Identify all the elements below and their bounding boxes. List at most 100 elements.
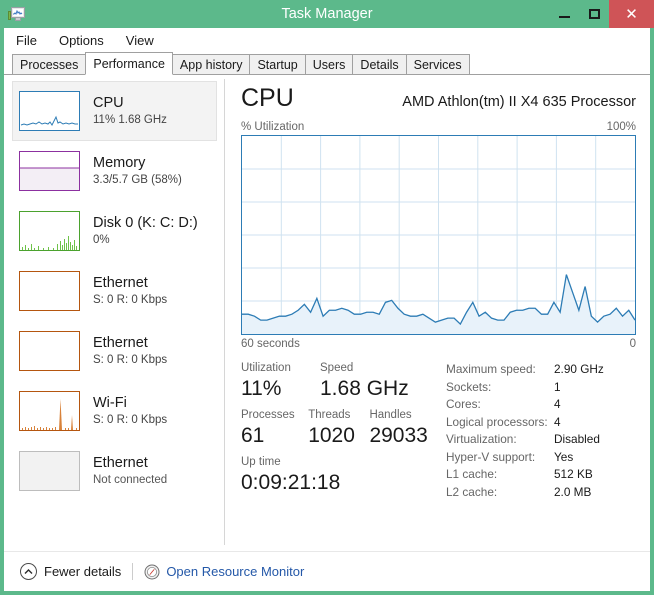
tab-processes[interactable]: Processes bbox=[12, 54, 87, 75]
sidebar-item-memory-text: Memory 3.3/5.7 GB (58%) bbox=[93, 155, 182, 188]
sidebar-item-memory[interactable]: Memory 3.3/5.7 GB (58%) bbox=[12, 141, 217, 201]
window-controls: ✕ bbox=[549, 0, 654, 28]
spec-cores-label: Cores: bbox=[446, 397, 481, 411]
sidebar-item-ethernet-1-text: Ethernet S: 0 R: 0 Kbps bbox=[93, 275, 167, 308]
stats-area: Utilization 11% Speed 1.68 GHz Processes bbox=[241, 360, 636, 501]
sidebar-item-ethernet-1[interactable]: Ethernet S: 0 R: 0 Kbps bbox=[12, 261, 217, 321]
chart-top-axis: % Utilization 100% bbox=[241, 121, 636, 133]
sidebar-item-ethernet-1-sub: S: 0 R: 0 Kbps bbox=[93, 293, 168, 306]
stat-speed-value: 1.68 GHz bbox=[320, 377, 409, 400]
spec-l2-cache: L2 cache: 2.0 MB bbox=[446, 484, 636, 502]
sidebar-item-ethernet-2-text: Ethernet S: 0 R: 0 Kbps bbox=[93, 335, 167, 368]
disk-thumbnail-graph bbox=[19, 211, 80, 251]
sidebar-item-disk0-sub: 0% bbox=[93, 233, 110, 246]
sidebar-item-wifi-title: Wi-Fi bbox=[93, 394, 127, 411]
tab-app-history[interactable]: App history bbox=[171, 54, 251, 75]
stat-uptime-value: 0:09:21:18 bbox=[241, 471, 341, 494]
sidebar-item-cpu[interactable]: CPU 11% 1.68 GHz bbox=[12, 81, 217, 141]
sidebar-item-wifi[interactable]: Wi-Fi S: 0 R: 0 Kbps bbox=[12, 381, 217, 441]
spec-maximum-speed-label: Maximum speed: bbox=[446, 362, 536, 376]
sidebar-item-ethernet-2[interactable]: Ethernet S: 0 R: 0 Kbps bbox=[12, 321, 217, 381]
spec-l1-cache-label: L1 cache: bbox=[446, 467, 498, 481]
sidebar-item-ethernet-2-title: Ethernet bbox=[93, 334, 148, 351]
spec-sockets: Sockets: 1 bbox=[446, 379, 636, 397]
chart-y-max-label: 100% bbox=[606, 121, 636, 133]
stat-row-2: Processes 61 Threads 1020 Handles 29033 bbox=[241, 407, 446, 454]
chart-x-right-label: 0 bbox=[629, 338, 636, 350]
tab-services[interactable]: Services bbox=[405, 54, 470, 75]
spec-sockets-value: 1 bbox=[554, 379, 561, 394]
open-resource-monitor-link[interactable]: Open Resource Monitor bbox=[144, 564, 304, 580]
wifi-thumbnail-graph bbox=[19, 391, 80, 431]
menu-item-options[interactable]: Options bbox=[57, 32, 106, 49]
sidebar-item-ethernet-3-title: Ethernet bbox=[93, 454, 148, 471]
chart-x-left-label: 60 seconds bbox=[241, 338, 300, 350]
stat-handles-value: 29033 bbox=[369, 424, 428, 447]
close-icon: ✕ bbox=[625, 4, 638, 23]
spec-l1-cache: L1 cache: 512 KB bbox=[446, 466, 636, 484]
sidebar-item-wifi-sub: S: 0 R: 0 Kbps bbox=[93, 413, 168, 426]
stat-handles-label: Handles bbox=[369, 409, 412, 421]
stat-uptime: Up time 0:09:21:18 bbox=[241, 454, 340, 501]
sidebar-item-memory-sub: 3.3/5.7 GB (58%) bbox=[93, 173, 182, 186]
minimize-button[interactable] bbox=[549, 0, 579, 28]
stat-speed-label: Speed bbox=[320, 362, 354, 374]
specs-list: Maximum speed: 2.90 GHz Sockets: 1 Cores… bbox=[446, 360, 636, 501]
spec-maximum-speed: Maximum speed: 2.90 GHz bbox=[446, 361, 636, 379]
spec-l2-cache-value: 2.0 MB bbox=[554, 484, 592, 499]
body-split: CPU 11% 1.68 GHz Memory 3.3/5.7 GB (58%)… bbox=[4, 75, 650, 551]
menu-item-file[interactable]: File bbox=[14, 32, 39, 49]
sidebar-item-ethernet-1-title: Ethernet bbox=[93, 274, 148, 291]
ethernet2-thumbnail-graph bbox=[19, 331, 80, 371]
menu-bar: File Options View bbox=[4, 28, 650, 52]
stat-processes-value: 61 bbox=[241, 424, 265, 447]
spec-cores-value: 4 bbox=[554, 397, 561, 411]
title-bar: Task Manager ✕ bbox=[0, 0, 654, 28]
stat-threads-value: 1020 bbox=[308, 424, 355, 447]
tab-performance[interactable]: Performance bbox=[85, 52, 173, 75]
cpu-detail-panel: CPU AMD Athlon(tm) II X4 635 Processor %… bbox=[225, 75, 650, 551]
resource-sidebar: CPU 11% 1.68 GHz Memory 3.3/5.7 GB (58%)… bbox=[4, 75, 225, 551]
ethernet3-thumbnail-graph bbox=[19, 451, 80, 491]
tab-details[interactable]: Details bbox=[352, 54, 407, 75]
panel-header: CPU AMD Athlon(tm) II X4 635 Processor bbox=[241, 83, 636, 119]
stat-row-3: Up time 0:09:21:18 bbox=[241, 454, 446, 501]
fewer-details-button[interactable]: Fewer details bbox=[20, 563, 121, 580]
sidebar-item-disk0-text: Disk 0 (K: C: D:) 0% bbox=[93, 215, 198, 248]
stat-utilization-value: 11% bbox=[241, 377, 282, 400]
sidebar-item-wifi-text: Wi-Fi S: 0 R: 0 Kbps bbox=[93, 395, 167, 428]
maximize-icon bbox=[588, 9, 600, 19]
stat-row-1: Utilization 11% Speed 1.68 GHz bbox=[241, 360, 446, 407]
memory-thumbnail-graph bbox=[19, 151, 80, 191]
spec-virtualization-label: Virtualization: bbox=[446, 432, 517, 446]
cpu-thumbnail-graph bbox=[19, 91, 80, 131]
sidebar-item-disk0-title: Disk 0 (K: C: D:) bbox=[93, 214, 198, 231]
stats-left-column: Utilization 11% Speed 1.68 GHz Processes bbox=[241, 360, 446, 501]
sidebar-item-ethernet-3-text: Ethernet Not connected bbox=[93, 455, 167, 488]
maximize-button[interactable] bbox=[579, 0, 609, 28]
stat-uptime-label: Up time bbox=[241, 456, 281, 468]
chart-bottom-axis: 60 seconds 0 bbox=[241, 338, 636, 350]
tab-startup[interactable]: Startup bbox=[249, 54, 306, 75]
spec-hyperv-support-value: Yes bbox=[554, 449, 574, 464]
stat-utilization: Utilization 11% bbox=[241, 360, 320, 407]
menu-item-view[interactable]: View bbox=[124, 32, 156, 49]
footer-bar: Fewer details Open Resource Monitor bbox=[4, 551, 650, 591]
fewer-details-label: Fewer details bbox=[44, 564, 122, 579]
minimize-icon bbox=[558, 15, 570, 18]
task-manager-window: Task Manager ✕ File Options View Process… bbox=[0, 0, 654, 595]
sidebar-item-cpu-sub: 11% 1.68 GHz bbox=[93, 113, 167, 126]
sidebar-item-ethernet-2-sub: S: 0 R: 0 Kbps bbox=[93, 353, 168, 366]
chart-y-axis-label: % Utilization bbox=[241, 121, 305, 133]
tab-users[interactable]: Users bbox=[304, 54, 354, 75]
chevron-up-icon bbox=[20, 563, 37, 580]
sidebar-item-disk0[interactable]: Disk 0 (K: C: D:) 0% bbox=[12, 201, 217, 261]
spec-virtualization-value: Disabled bbox=[554, 432, 600, 446]
close-button[interactable]: ✕ bbox=[609, 0, 654, 28]
ethernet1-thumbnail-graph bbox=[19, 271, 80, 311]
sidebar-item-ethernet-3[interactable]: Ethernet Not connected bbox=[12, 441, 217, 501]
stat-threads-label: Threads bbox=[308, 409, 351, 421]
spec-sockets-label: Sockets: bbox=[446, 379, 492, 394]
processor-name: AMD Athlon(tm) II X4 635 Processor bbox=[402, 94, 636, 110]
page-title: CPU bbox=[241, 84, 294, 112]
